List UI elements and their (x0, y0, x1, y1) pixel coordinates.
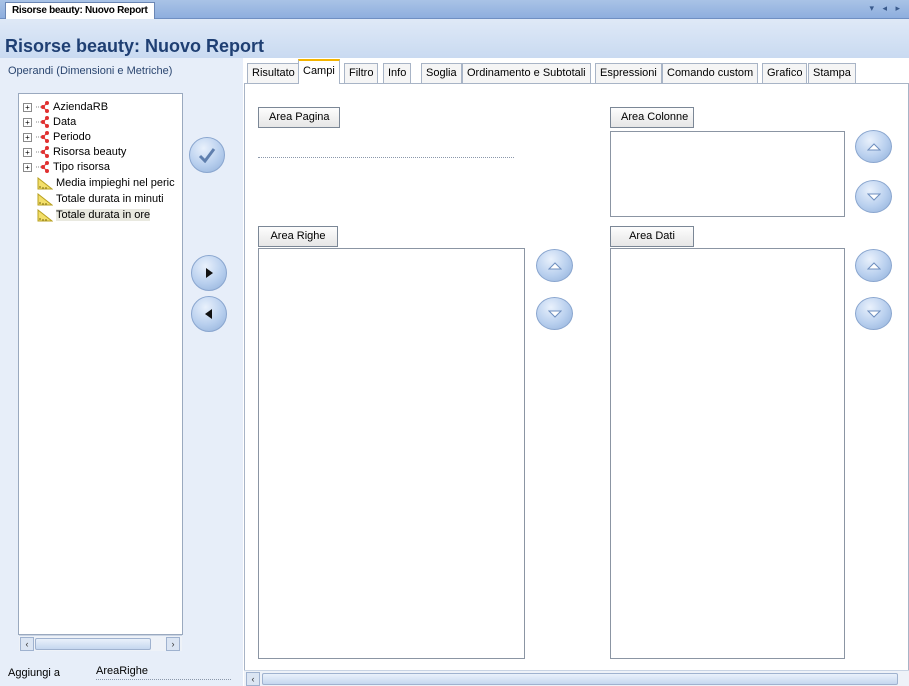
tree-item-totale-ore[interactable]: Totale durata in ore (23, 208, 151, 223)
aggiungi-label: Aggiungi a (8, 667, 60, 679)
area-dati-list[interactable] (610, 248, 845, 659)
tree-item-aziendarb[interactable]: + AziendaRB (23, 100, 108, 115)
panel-horizontal-scrollbar[interactable]: ‹ (244, 670, 909, 686)
tab-espressioni[interactable]: Espressioni (595, 63, 662, 83)
tab-filtro[interactable]: Filtro (344, 63, 379, 83)
tab-soglia[interactable]: Soglia (421, 63, 462, 83)
tab-grafico[interactable]: Grafico (762, 63, 808, 83)
arrow-left-icon (205, 309, 212, 319)
add-operand-button[interactable] (191, 255, 227, 291)
page-title: Risorse beauty: Nuovo Report (5, 36, 265, 56)
colonne-move-up-button[interactable] (855, 130, 892, 163)
checkmark-icon (198, 148, 216, 163)
tab-campi[interactable]: Campi (298, 59, 340, 84)
dimension-icon (36, 116, 49, 129)
tree-item-risorsa-beauty[interactable]: + Risorsa beauty (23, 145, 126, 160)
area-pagina-button[interactable]: Area Pagina (258, 107, 340, 128)
scroll-thumb[interactable] (262, 673, 898, 685)
tab-info[interactable]: Info (383, 63, 412, 83)
tree-item-tipo-risorsa[interactable]: + Tipo risorsa (23, 160, 110, 175)
arrow-up-icon (866, 142, 881, 150)
area-dati-button[interactable]: Area Dati (610, 226, 694, 247)
arrow-right-icon (206, 268, 213, 278)
colonne-move-down-button[interactable] (855, 180, 892, 213)
tree-item-data[interactable]: + Data (23, 115, 76, 130)
tree-item-label: Risorsa beauty (53, 146, 127, 158)
tree-item-label: Media impieghi nel peric (56, 177, 175, 189)
ruler-metric-icon (37, 192, 53, 206)
expand-icon[interactable]: + (23, 147, 32, 157)
arrow-down-icon (866, 310, 881, 318)
arrow-down-icon (547, 310, 562, 318)
ruler-metric-icon (37, 176, 53, 190)
area-righe-button[interactable]: Area Righe (258, 226, 338, 247)
area-colonne-button[interactable]: Area Colonne (610, 107, 694, 128)
tab-ordinamento-subtotali[interactable]: Ordinamento e Subtotali (462, 63, 591, 83)
remove-operand-button[interactable] (191, 296, 227, 332)
arrow-up-icon (547, 261, 562, 269)
area-colonne-list[interactable] (610, 131, 845, 217)
operands-header: Operandi (Dimensioni e Metriche) (8, 65, 173, 77)
operands-tree[interactable]: + AziendaRB + Data + Periodo + Risorsa beaut… (18, 93, 183, 635)
dimension-icon (36, 131, 49, 144)
expand-icon[interactable]: + (23, 117, 32, 127)
tree-item-label: Totale durata in minuti (56, 193, 164, 205)
window-controls[interactable]: ▾ ◂ ▸ (869, 3, 903, 14)
tree-horizontal-scrollbar[interactable]: ‹ › (19, 635, 182, 651)
scroll-right-button[interactable]: › (166, 637, 180, 651)
tree-item-label: AziendaRB (53, 101, 109, 113)
tree-item-totale-minuti[interactable]: Totale durata in minuti (23, 192, 164, 207)
scroll-left-button[interactable]: ‹ (20, 637, 34, 651)
righe-move-down-button[interactable] (536, 297, 573, 330)
tree-item-label: Periodo (53, 131, 91, 143)
confirm-button[interactable] (189, 137, 225, 173)
aggiungi-target-field[interactable]: AreaRighe (96, 665, 231, 680)
dati-move-down-button[interactable] (855, 297, 892, 330)
righe-move-up-button[interactable] (536, 249, 573, 282)
arrow-up-icon (866, 261, 881, 269)
expand-icon[interactable]: + (23, 102, 32, 112)
area-pagina-dropzone[interactable] (258, 157, 514, 158)
dati-move-up-button[interactable] (855, 249, 892, 282)
tab-comando-custom[interactable]: Comando custom (662, 63, 759, 83)
document-tab[interactable]: Risorse beauty: Nuovo Report (5, 2, 155, 19)
tree-item-periodo[interactable]: + Periodo (23, 130, 91, 145)
tab-risultato[interactable]: Risultato (247, 63, 300, 83)
arrow-down-icon (866, 193, 881, 201)
ruler-metric-icon (37, 208, 53, 222)
scroll-thumb[interactable] (35, 638, 151, 650)
expand-icon[interactable]: + (23, 162, 32, 172)
tree-item-media-impieghi[interactable]: Media impieghi nel peric (23, 176, 175, 191)
tab-stampa[interactable]: Stampa (808, 63, 856, 83)
scroll-left-button[interactable]: ‹ (246, 672, 260, 686)
dimension-icon (36, 161, 49, 174)
tree-item-label: Tipo risorsa (53, 161, 111, 173)
tree-item-label: Data (53, 116, 77, 128)
dimension-icon (36, 101, 49, 114)
area-righe-list[interactable] (258, 248, 525, 659)
tree-item-label: Totale durata in ore (56, 209, 151, 221)
dimension-icon (36, 146, 49, 159)
expand-icon[interactable]: + (23, 132, 32, 142)
